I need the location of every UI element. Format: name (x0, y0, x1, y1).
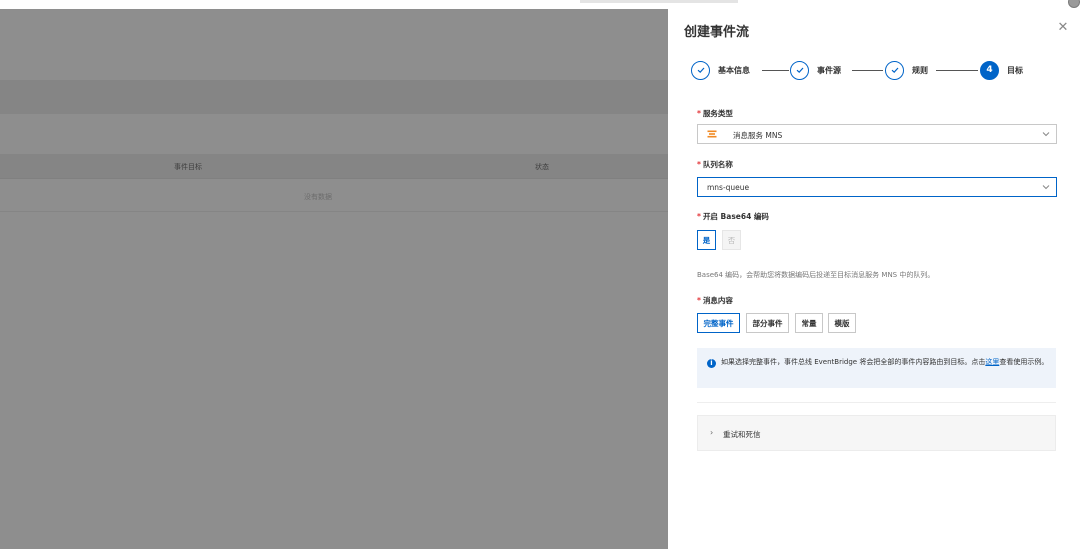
step-event-source[interactable]: 事件源 (790, 60, 841, 80)
queue-name-label: * 队列名称 (697, 160, 733, 169)
template-button[interactable]: 模版 (828, 313, 856, 333)
service-type-value: 消息服务 MNS (733, 131, 783, 140)
check-icon (691, 60, 710, 80)
info-text: 如果选择完整事件，事件总线 EventBridge 将会把全部的事件内容路由到目… (721, 358, 1049, 366)
table-empty-row: 没有数据 (0, 180, 668, 212)
divider (697, 402, 1056, 403)
queue-name-value: mns-queue (707, 183, 750, 192)
step-number: 4 (986, 65, 993, 75)
table-header-target: 事件目标 (174, 163, 202, 171)
top-search-bar (580, 0, 738, 3)
table-header: 事件目标 状态 (0, 154, 668, 179)
retry-dead-letter-label: 重试和死信 (723, 430, 761, 439)
step-label: 事件源 (817, 65, 841, 75)
message-content-label: * 消息内容 (697, 296, 733, 305)
empty-text: 没有数据 (304, 193, 332, 201)
base64-label: * 开启 Base64 编码 (697, 212, 769, 221)
base64-no-button[interactable]: 否 (722, 230, 741, 250)
full-event-button[interactable]: 完整事件 (697, 313, 740, 333)
close-icon[interactable]: ✕ (1056, 21, 1070, 35)
step-connector (762, 70, 789, 71)
drawer-title: 创建事件流 (684, 25, 750, 40)
check-icon (885, 60, 904, 80)
step-basic-info[interactable]: 基本信息 (691, 60, 750, 80)
step-label: 目标 (1007, 65, 1023, 75)
constant-button[interactable]: 常量 (795, 313, 823, 333)
step-connector (852, 70, 883, 71)
table-header-status: 状态 (535, 163, 549, 171)
step-number-badge: 4 (980, 60, 999, 80)
mns-service-icon (707, 130, 717, 138)
chevron-down-icon (1042, 132, 1050, 137)
service-type-select[interactable]: 消息服务 MNS (697, 124, 1057, 144)
step-connector (936, 70, 978, 71)
step-label: 基本信息 (718, 65, 750, 75)
create-event-stream-drawer: 创建事件流 ✕ 基本信息 事件源 规则 4 目标 * 服务类型 消息服务 MNS… (668, 9, 1080, 549)
toolbar-band (0, 80, 668, 114)
step-rule[interactable]: 规则 (885, 60, 928, 80)
info-link[interactable]: 这里 (985, 358, 999, 366)
check-icon (790, 60, 809, 80)
steps-indicator: 基本信息 事件源 规则 4 目标 (691, 60, 1061, 80)
top-bar (0, 0, 1080, 9)
base64-hint: Base64 编码，会帮助您将数据编码后投递至目标消息服务 MNS 中的队列。 (697, 271, 935, 279)
info-box: i 如果选择完整事件，事件总线 EventBridge 将会把全部的事件内容路由… (697, 348, 1056, 388)
step-target[interactable]: 4 目标 (980, 60, 1023, 80)
service-type-label: * 服务类型 (697, 109, 733, 118)
queue-name-select[interactable]: mns-queue (697, 177, 1057, 197)
step-label: 规则 (912, 65, 928, 75)
partial-event-button[interactable]: 部分事件 (746, 313, 789, 333)
info-icon: i (707, 359, 716, 368)
retry-dead-letter-collapse[interactable]: › 重试和死信 (697, 415, 1056, 451)
base64-yes-button[interactable]: 是 (697, 230, 716, 250)
chevron-right-icon: › (710, 428, 714, 437)
chevron-down-icon (1042, 185, 1050, 190)
